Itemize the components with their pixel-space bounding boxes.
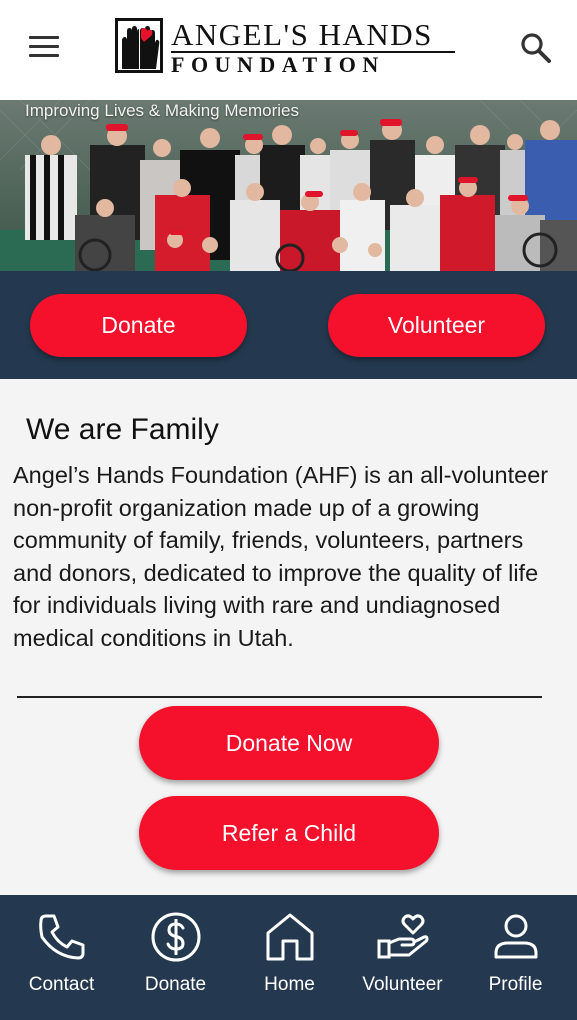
angels-hands-logo[interactable]: ANGEL'S HANDS FOUNDATION	[115, 17, 460, 77]
phone-icon	[39, 914, 85, 960]
volunteer-button[interactable]: Volunteer	[328, 294, 545, 357]
tab-donate-label: Donate	[144, 974, 207, 995]
tab-volunteer[interactable]: Volunteer	[345, 895, 460, 1020]
donate-now-button[interactable]: Donate Now	[139, 706, 439, 780]
cta-band: Donate Volunteer	[0, 271, 577, 379]
section-title: We are Family	[26, 413, 219, 446]
bottom-tab-bar: Contact Donate Home Volunteer Profile	[0, 895, 577, 1020]
tab-profile-label: Profile	[488, 974, 543, 995]
refer-a-child-button[interactable]: Refer a Child	[139, 796, 439, 870]
hand-heart-icon	[377, 914, 429, 959]
about-paragraph: Angel’s Hands Foundation (AHF) is an all…	[13, 462, 549, 651]
tab-home-label: Home	[264, 974, 315, 995]
logo-title: ANGEL'S HANDS	[171, 17, 433, 52]
hamburger-menu-icon[interactable]	[26, 30, 62, 66]
logo-hands-mark	[115, 18, 163, 73]
tab-contact[interactable]: Contact	[4, 895, 119, 1020]
group-photo-illustration	[0, 100, 577, 271]
tab-home[interactable]: Home	[232, 895, 347, 1020]
hero-tagline: Improving Lives & Making Memories	[25, 101, 299, 120]
tab-donate[interactable]: Donate	[118, 895, 233, 1020]
home-icon	[266, 913, 314, 961]
dollar-circle-icon	[151, 912, 201, 962]
tab-contact-label: Contact	[28, 974, 95, 995]
tab-volunteer-label: Volunteer	[362, 974, 443, 995]
section-divider	[17, 696, 542, 698]
app-header: ANGEL'S HANDS FOUNDATION	[0, 0, 577, 100]
donate-button[interactable]: Donate	[30, 294, 247, 357]
person-icon	[494, 914, 538, 959]
logo-subtitle: FOUNDATION	[171, 52, 385, 77]
tab-profile[interactable]: Profile	[458, 895, 573, 1020]
search-icon[interactable]	[518, 30, 554, 66]
about-section: We are Family Angel’s Hands Foundation (…	[0, 379, 577, 895]
hero-photo: Improving Lives & Making Memories	[0, 100, 577, 271]
